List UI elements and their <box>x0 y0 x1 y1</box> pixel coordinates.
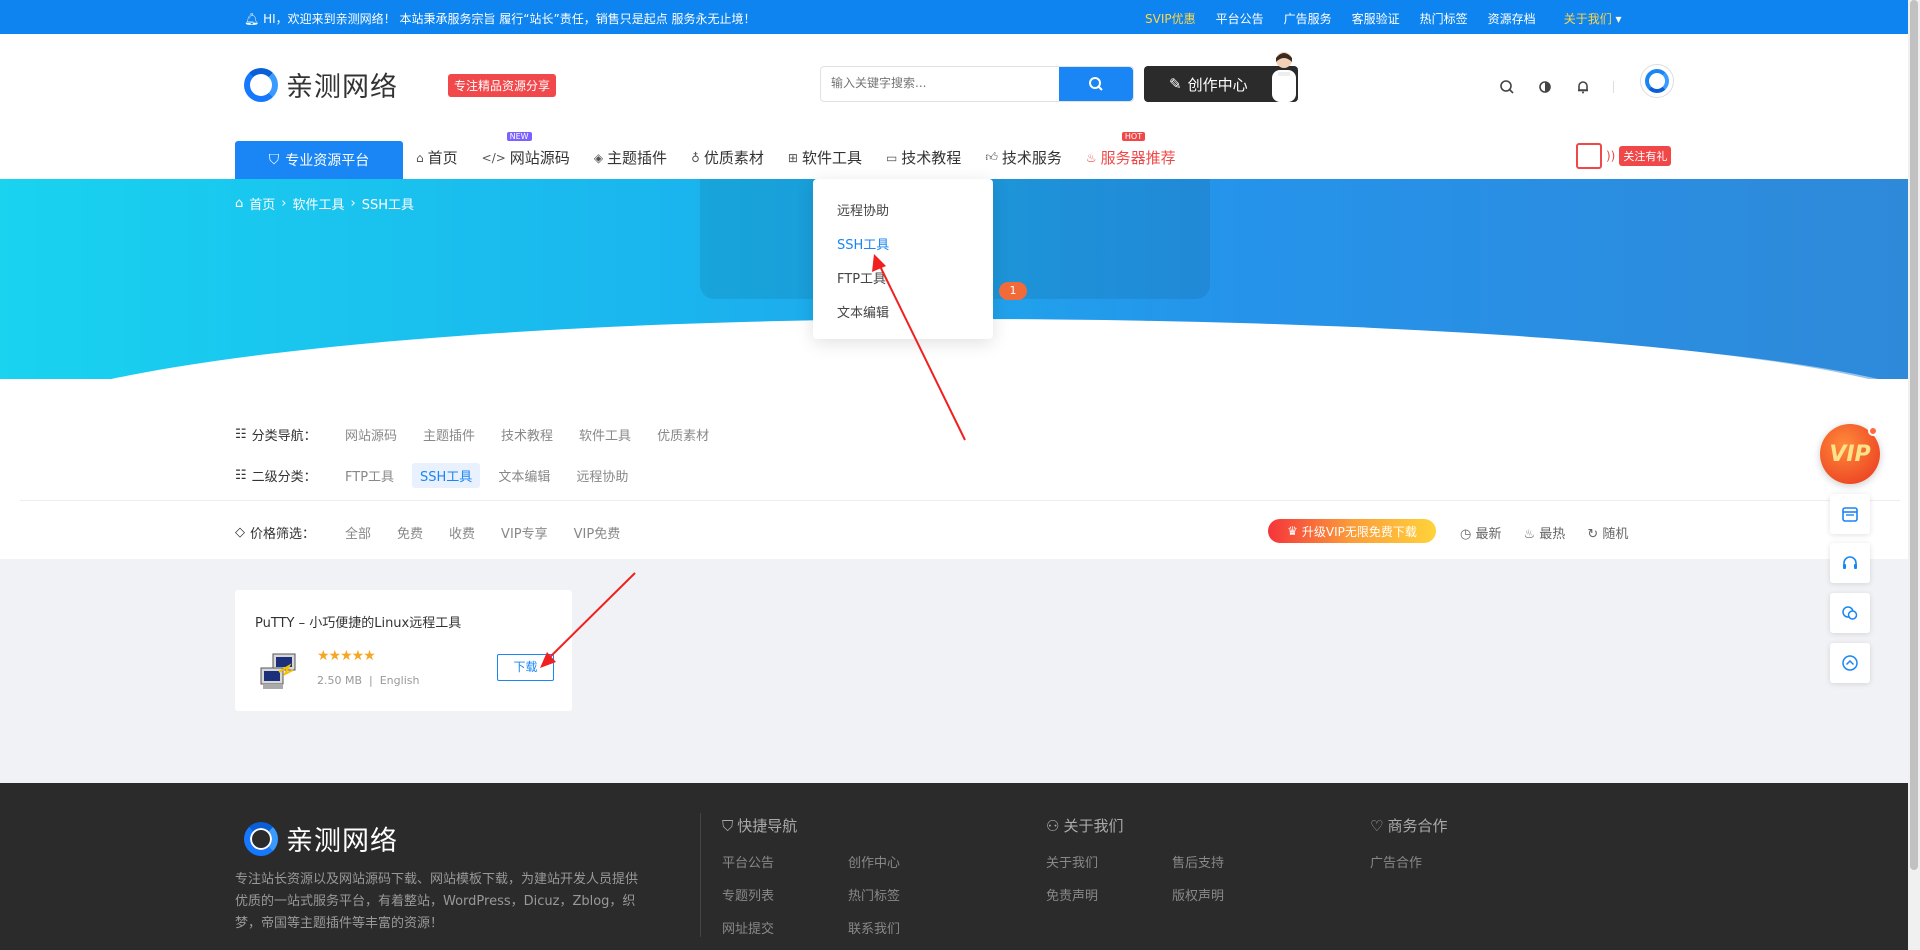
sidebar-wechat-button[interactable] <box>1830 593 1870 633</box>
footer-about: ⚇ 关于我们 关于我们 售后支持 免责声明 版权声明 <box>1046 815 1298 905</box>
vip-float-button[interactable]: VIP <box>1820 424 1880 484</box>
quick-nav-title-text: 快捷导航 <box>737 817 798 835</box>
footer-link[interactable]: 创作中心 <box>848 852 974 871</box>
vip-label: VIP <box>1829 441 1871 467</box>
footer-link[interactable]: 免责声明 <box>1046 885 1172 904</box>
footer: 亲测网络 专注站长资源以及网站源码下载、网站模板下载，为建站开发人员提供优质的一… <box>0 783 1908 950</box>
footer-business-title: ♡ 商务合作 <box>1370 815 1622 836</box>
footer-logo[interactable]: 亲测网络 <box>244 819 398 858</box>
shield-icon: ⛉ <box>722 816 734 835</box>
calendar-icon <box>1842 507 1858 522</box>
footer-link[interactable]: 广告合作 <box>1370 852 1496 871</box>
footer-link[interactable]: 网址提交 <box>722 918 848 937</box>
arrow-to-download <box>544 572 636 663</box>
footer-quick-nav: ⛉ 快捷导航 平台公告 创作中心 专题列表 热门标签 网址提交 联系我们 <box>722 815 974 938</box>
about-title-text: 关于我们 <box>1063 817 1124 835</box>
sidebar-support-button[interactable] <box>1830 543 1870 583</box>
back-to-top-icon <box>1842 655 1858 671</box>
footer-quick-nav-title: ⛉ 快捷导航 <box>722 815 974 836</box>
footer-link[interactable]: 平台公告 <box>722 852 848 871</box>
footer-link[interactable]: 版权声明 <box>1172 885 1298 904</box>
footer-about-title: ⚇ 关于我们 <box>1046 815 1298 836</box>
footer-logo-text: 亲测网络 <box>286 826 398 857</box>
heart-icon: ♡ <box>1370 816 1384 835</box>
people-icon: ⚇ <box>1046 816 1060 835</box>
footer-link[interactable]: 热门标签 <box>848 885 974 904</box>
sidebar-back-to-top-button[interactable] <box>1830 643 1870 683</box>
arrow-head <box>872 254 886 272</box>
footer-description: 专注站长资源以及网站源码下载、网站模板下载，为建站开发人员提供优质的一站式服务平… <box>235 872 639 931</box>
notification-dot <box>1868 426 1878 436</box>
footer-link[interactable]: 关于我们 <box>1046 852 1172 871</box>
page-scrollbar[interactable] <box>1908 0 1920 950</box>
sidebar-calendar-button[interactable] <box>1830 494 1870 534</box>
business-title-text: 商务合作 <box>1387 817 1448 835</box>
footer-link[interactable]: 联系我们 <box>848 918 974 937</box>
footer-business: ♡ 商务合作 广告合作 <box>1370 815 1622 872</box>
headset-icon <box>1843 556 1857 569</box>
arrow-to-ssh-menu <box>877 261 966 441</box>
logo-icon <box>244 821 278 856</box>
chat-icon <box>1842 606 1858 620</box>
footer-link[interactable]: 专题列表 <box>722 885 848 904</box>
footer-link[interactable]: 售后支持 <box>1172 852 1298 871</box>
scrollbar-thumb[interactable] <box>1910 0 1918 870</box>
footer-divider <box>700 813 701 937</box>
